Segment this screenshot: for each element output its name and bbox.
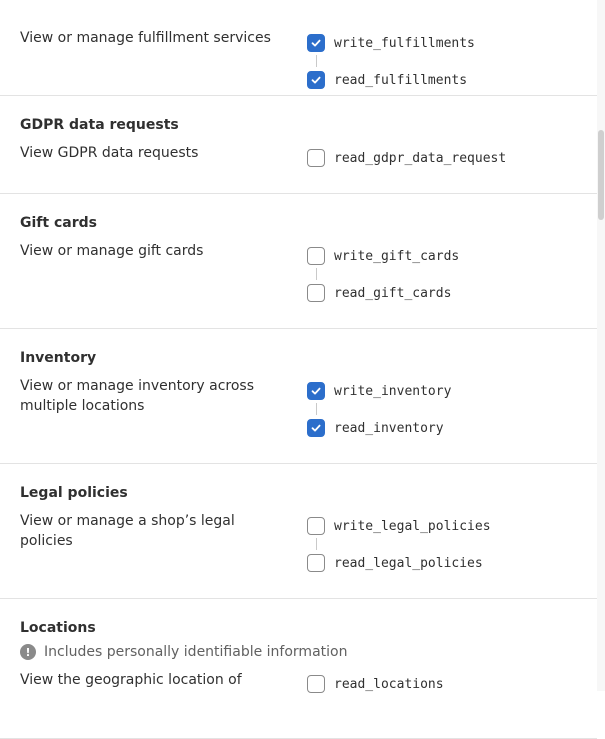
section-title: GDPR data requests: [20, 117, 179, 133]
scope-label: read_inventory: [334, 420, 444, 436]
scope-section: Gift cards View or manage gift cards write…: [0, 194, 597, 329]
scope-checkbox[interactable]: [307, 71, 325, 89]
scope-option-read-gdpr-data-request[interactable]: read_gdpr_data_request: [307, 149, 506, 167]
scope-checkbox[interactable]: [307, 419, 325, 437]
scope-connector: [316, 403, 317, 415]
scope-option-write-fulfillments[interactable]: write_fulfillments: [307, 34, 475, 52]
section-description: View or manage gift cards: [20, 243, 204, 259]
section-title: Locations: [20, 620, 96, 636]
scope-label: read_locations: [334, 676, 444, 692]
section-title: Gift cards: [20, 215, 97, 231]
checkmark-icon: [310, 37, 322, 49]
scope-connector: [316, 268, 317, 280]
scope-section: Legal policies View or manage a shop’s le…: [0, 464, 597, 599]
pii-note-text: Includes personally identifiable informa…: [44, 644, 348, 660]
scope-option-write-legal-policies[interactable]: write_legal_policies: [307, 517, 491, 535]
scope-option-read-gift-cards[interactable]: read_gift_cards: [307, 284, 451, 302]
checkmark-icon: [310, 385, 322, 397]
scope-option-read-locations[interactable]: read_locations: [307, 675, 444, 693]
scope-option-write-gift-cards[interactable]: write_gift_cards: [307, 247, 459, 265]
section-description: View GDPR data requests: [20, 145, 199, 161]
section-description: View the geographic location of: [20, 672, 242, 688]
scope-label: read_gdpr_data_request: [334, 150, 507, 166]
checkmark-icon: [310, 74, 322, 86]
scope-checkbox[interactable]: [307, 149, 325, 167]
scope-option-write-inventory[interactable]: write_inventory: [307, 382, 451, 400]
pii-note: ! Includes personally identifiable inform…: [20, 644, 347, 660]
section-description: View or manage a shop’s legal policies: [20, 513, 235, 549]
scope-label: write_gift_cards: [334, 248, 460, 264]
alert-circle-icon: !: [20, 644, 36, 660]
scope-label: read_fulfillments: [334, 72, 468, 88]
section-title: Legal policies: [20, 485, 128, 501]
scope-option-read-legal-policies[interactable]: read_legal_policies: [307, 554, 483, 572]
scope-section: Inventory View or manage inventory across…: [0, 329, 597, 464]
scope-connector: [316, 55, 317, 67]
scope-option-read-fulfillments[interactable]: read_fulfillments: [307, 71, 467, 89]
scope-section: View or manage fulfillment services write…: [0, 0, 597, 96]
section-description: View or manage fulfillment services: [20, 30, 271, 46]
scope-checkbox[interactable]: [307, 554, 325, 572]
checkmark-icon: [310, 422, 322, 434]
scope-label: read_gift_cards: [334, 285, 452, 301]
scope-connector: [316, 538, 317, 550]
scope-checkbox[interactable]: [307, 34, 325, 52]
scope-label: write_legal_policies: [334, 518, 491, 534]
section-title: Inventory: [20, 350, 97, 366]
scope-label: write_inventory: [334, 383, 452, 399]
scrollbar-thumb[interactable]: [598, 130, 604, 220]
scope-checkbox[interactable]: [307, 247, 325, 265]
scope-checkbox[interactable]: [307, 675, 325, 693]
section-description: View or manage inventory across multiple…: [20, 378, 255, 414]
scope-checkbox[interactable]: [307, 382, 325, 400]
scope-option-read-inventory[interactable]: read_inventory: [307, 419, 444, 437]
scope-section: Locations! Includes personally identifiab…: [0, 599, 597, 739]
scrollbar[interactable]: [597, 0, 605, 691]
scope-label: write_fulfillments: [334, 35, 475, 51]
scope-checkbox[interactable]: [307, 284, 325, 302]
scope-checkbox[interactable]: [307, 517, 325, 535]
scope-section: GDPR data requests View GDPR data request…: [0, 96, 597, 194]
scope-label: read_legal_policies: [334, 555, 483, 571]
